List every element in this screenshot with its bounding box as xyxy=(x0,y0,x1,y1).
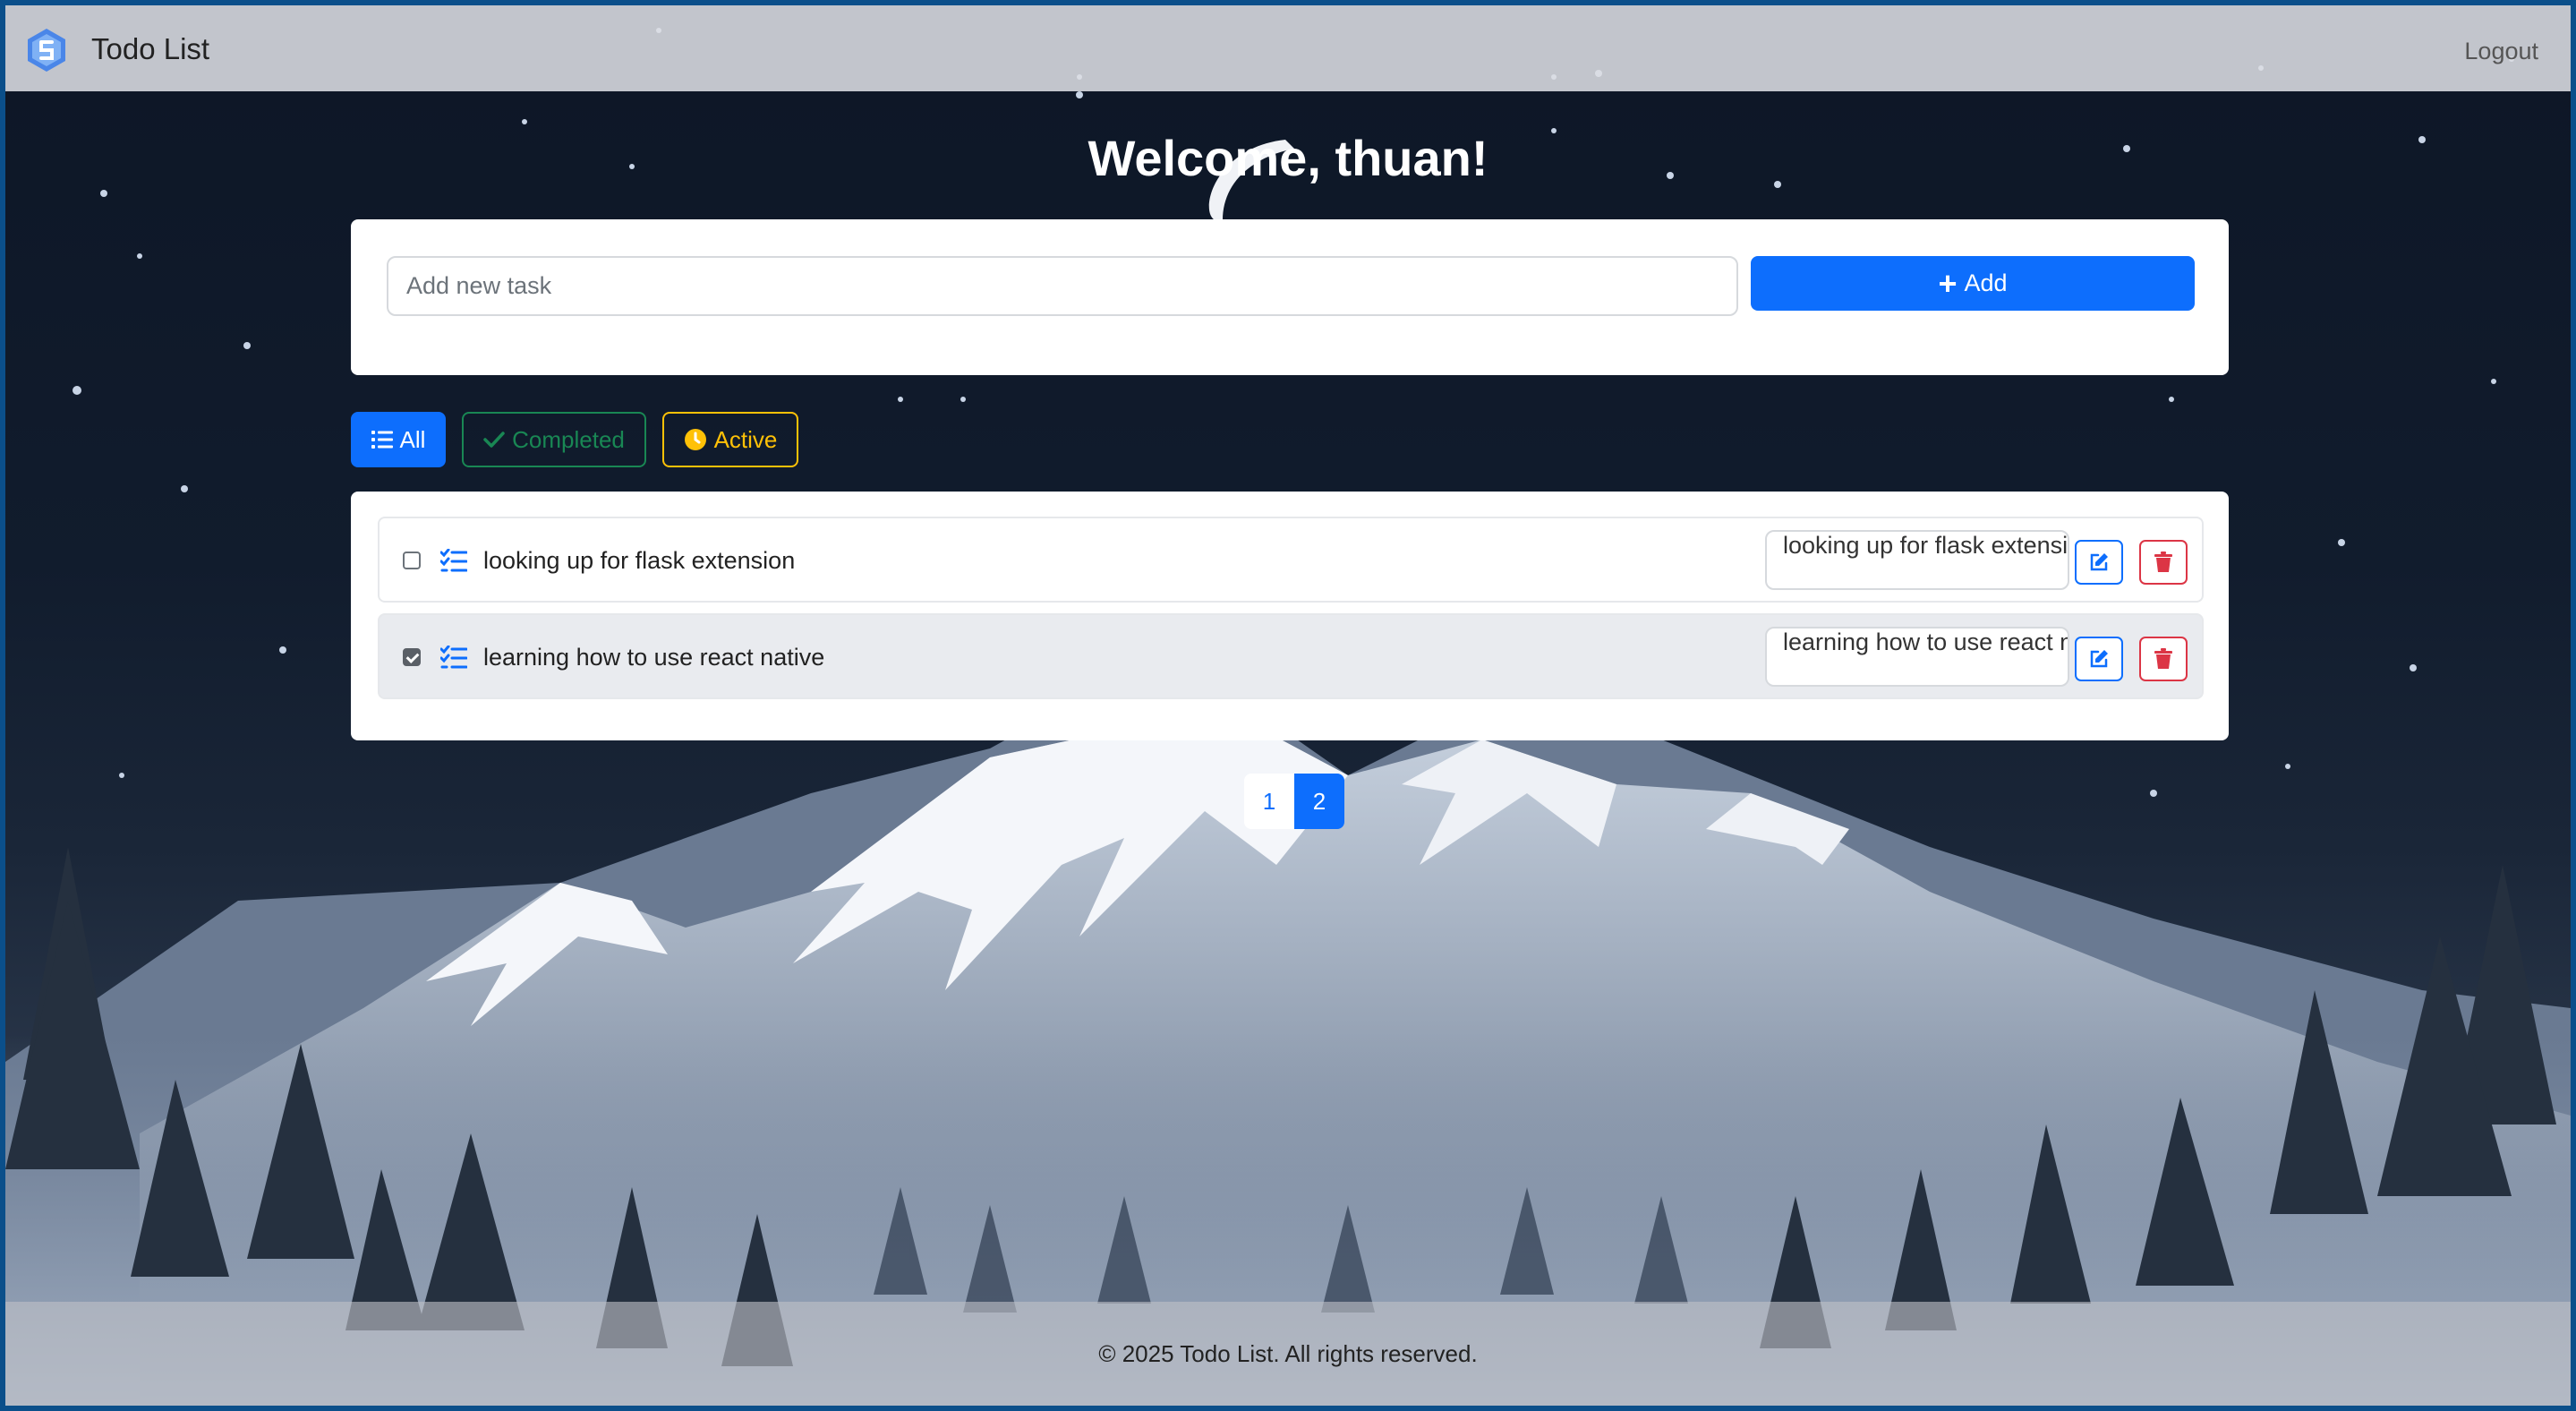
add-button-label: Add xyxy=(1964,269,2008,296)
add-task-card: + Add xyxy=(351,219,2229,375)
logout-link[interactable]: Logout xyxy=(2464,38,2538,65)
delete-task-button[interactable] xyxy=(2139,637,2188,681)
page-1-button[interactable]: 1 xyxy=(1244,774,1294,829)
task-list-icon xyxy=(440,549,467,572)
task-text: looking up for flask extension xyxy=(483,547,796,574)
task-text: learning how to use react native xyxy=(483,644,825,671)
welcome-heading: Welcome, thuan! xyxy=(1088,130,1488,186)
plus-icon: + xyxy=(1938,264,1958,302)
edit-icon xyxy=(2090,650,2108,668)
task-list-card: looking up for flask extension looking u… xyxy=(351,492,2229,740)
list-icon xyxy=(371,431,393,449)
edit-icon xyxy=(2090,553,2108,571)
add-task-button[interactable]: + Add xyxy=(1751,256,2195,311)
todo-logo-icon xyxy=(28,29,65,72)
navbar: Todo List Logout xyxy=(5,5,2571,91)
clock-icon xyxy=(684,429,706,450)
task-edit-input[interactable]: learning how to use react native xyxy=(1765,627,2069,687)
task-edit-input[interactable]: looking up for flask extension xyxy=(1765,530,2069,590)
filter-all-button[interactable]: All xyxy=(351,412,446,467)
filter-all-label: All xyxy=(399,425,426,453)
task-row: learning how to use react native learnin… xyxy=(378,613,2204,699)
pagination: 1 2 xyxy=(1244,774,1344,829)
footer: © 2025 Todo List. All rights reserved. xyxy=(5,1302,2571,1406)
task-list-icon xyxy=(440,646,467,669)
filter-active-button[interactable]: Active xyxy=(662,412,798,467)
task-checkbox[interactable] xyxy=(403,648,421,666)
app-window: Todo List Logout Welcome, thuan! + Add A… xyxy=(5,5,2571,1406)
page-2-button[interactable]: 2 xyxy=(1294,774,1344,829)
filter-completed-label: Completed xyxy=(512,425,625,453)
trash-icon xyxy=(2154,552,2172,572)
task-checkbox[interactable] xyxy=(403,552,421,569)
task-row: looking up for flask extension looking u… xyxy=(378,517,2204,603)
filter-completed-button[interactable]: Completed xyxy=(462,412,646,467)
app-title[interactable]: Todo List xyxy=(91,32,209,66)
check-icon xyxy=(483,432,505,448)
footer-copyright: © 2025 Todo List. All rights reserved. xyxy=(1098,1339,1478,1367)
edit-task-button[interactable] xyxy=(2075,637,2123,681)
filter-active-label: Active xyxy=(713,425,778,453)
edit-task-button[interactable] xyxy=(2075,540,2123,585)
new-task-input[interactable] xyxy=(387,256,1738,316)
trash-icon xyxy=(2154,648,2172,669)
delete-task-button[interactable] xyxy=(2139,540,2188,585)
